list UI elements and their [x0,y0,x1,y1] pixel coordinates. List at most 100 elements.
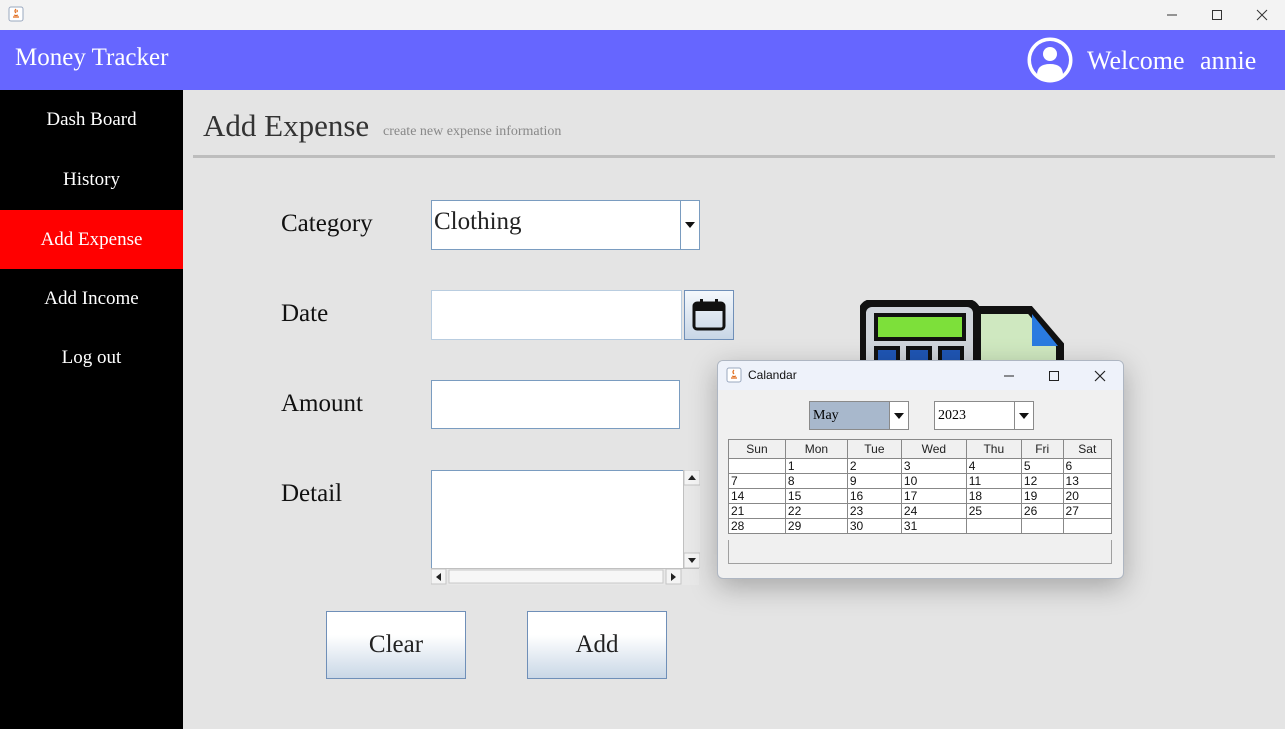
calendar-day-cell[interactable]: 1 [784,458,848,474]
calendar-day-cell[interactable]: 13 [1062,473,1113,489]
username-text: annie [1200,46,1257,75]
calendar-day-cell[interactable]: 16 [846,488,902,504]
detail-textarea[interactable] [432,471,686,571]
maximize-icon [1211,10,1222,20]
welcome-text: Welcome [1087,46,1185,75]
calendar-day-cell[interactable]: 18 [965,488,1022,504]
minimize-icon [1166,14,1177,16]
calendar-day-cell[interactable]: 25 [965,503,1022,519]
page-subtitle: create new expense information [383,124,562,139]
detail-vertical-scrollbar[interactable] [683,469,701,569]
calendar-day-cell[interactable] [728,458,786,474]
calendar-day-cell[interactable]: 31 [900,518,967,534]
close-button[interactable] [1239,0,1284,30]
calendar-day-cell[interactable]: 17 [900,488,967,504]
calendar-dialog: Calandar May 2023 Sun Mon Tue Wed Thu Fr… [717,360,1124,579]
amount-label: Amount [281,390,363,417]
calendar-day-cell[interactable]: 27 [1062,503,1113,519]
sidebar-item-history[interactable]: History [0,150,183,209]
page-title: Add Expense [203,108,370,143]
maximize-icon [1048,370,1059,381]
dialog-maximize-button[interactable] [1031,361,1076,390]
month-select[interactable]: May [809,401,909,430]
category-value: Clothing [434,208,522,235]
calendar-day-cell[interactable]: 15 [784,488,848,504]
calendar-day-cell[interactable]: 22 [784,503,848,519]
calendar-day-cell[interactable]: 21 [728,503,786,519]
calendar-day-cell[interactable]: 14 [728,488,786,504]
calendar-day-cell[interactable]: 23 [846,503,902,519]
calendar-day-cell[interactable]: 9 [846,473,902,489]
window-titlebar [0,0,1285,30]
calendar-week-row: 123456 [728,458,1113,474]
calendar-day-cell[interactable] [1020,518,1064,534]
calendar-day-cell[interactable]: 20 [1062,488,1113,504]
calendar-day-cell[interactable]: 24 [900,503,967,519]
sidebar-item-dashboard[interactable]: Dash Board [0,90,183,149]
year-select[interactable]: 2023 [934,401,1034,430]
chevron-down-icon [894,412,904,419]
month-dropdown-button[interactable] [889,402,908,429]
app-header: Money Tracker Welcome annie [0,30,1285,90]
calendar-day-cell[interactable]: 8 [784,473,848,489]
calendar-day-cell[interactable] [965,518,1022,534]
calendar-week-row: 28 29 30 31 [728,518,1113,534]
category-dropdown-button[interactable] [680,201,699,249]
calendar-dialog-title: Calandar [748,368,797,382]
weekday-header: Sun [728,439,786,459]
calendar-day-cell[interactable]: 30 [846,518,902,534]
weekday-header: Mon [784,439,848,459]
weekday-header: Fri [1020,439,1064,459]
sidebar-item-add-income[interactable]: Add Income [0,269,183,328]
weekday-header: Wed [900,439,967,459]
dialog-close-button[interactable] [1077,361,1122,390]
month-value: May [810,402,890,429]
calendar-week-row: 21 22 23 24 25 26 27 [728,503,1113,519]
detail-textarea-wrapper [431,470,699,584]
calendar-grid: Sun Mon Tue Wed Thu Fri Sat 1 2 3 4 5 6 7 8 9 10 1… [728,439,1113,534]
category-select[interactable]: Clothing [431,200,700,250]
calendar-day-cell[interactable]: 4 [965,458,1022,474]
calendar-day-cell[interactable]: 29 [784,518,848,534]
weekday-header: Sat [1062,439,1113,459]
weekday-header: Thu [965,439,1022,459]
detail-label: Detail [281,480,343,507]
minimize-icon [1003,375,1014,376]
calendar-day-cell[interactable]: 3 [900,458,967,474]
calendar-day-cell[interactable]: 6 [1062,458,1113,474]
calendar-day-cell[interactable]: 5 [1020,458,1064,474]
date-label: Date [281,300,329,327]
user-avatar-icon[interactable] [1027,37,1073,83]
calendar-day-cell[interactable]: 26 [1020,503,1064,519]
java-app-icon [726,367,742,383]
calendar-day-cell[interactable]: 7 [728,473,786,489]
calendar-icon [692,299,726,331]
title-divider [193,155,1275,158]
java-app-icon [8,6,24,22]
calendar-dialog-titlebar[interactable]: Calandar [718,361,1123,390]
minimize-button[interactable] [1149,0,1194,30]
date-field[interactable] [431,290,682,340]
clear-button[interactable]: Clear [326,611,466,679]
calendar-day-cell[interactable]: 11 [965,473,1022,489]
close-icon [1256,9,1267,21]
calendar-day-cell[interactable]: 19 [1020,488,1064,504]
year-dropdown-button[interactable] [1014,402,1033,429]
weekday-header: Tue [846,439,902,459]
chevron-down-icon [1019,412,1029,419]
date-picker-button[interactable] [684,290,734,340]
dialog-minimize-button[interactable] [986,361,1031,390]
category-label: Category [281,210,373,237]
calendar-day-cell[interactable]: 2 [846,458,902,474]
amount-field[interactable] [431,380,680,429]
maximize-button[interactable] [1194,0,1239,30]
year-value: 2023 [938,408,966,423]
calendar-day-cell[interactable]: 10 [900,473,967,489]
add-button[interactable]: Add [527,611,667,679]
calendar-day-cell[interactable] [1062,518,1113,534]
sidebar-item-logout[interactable]: Log out [0,328,183,387]
calendar-day-cell[interactable]: 12 [1020,473,1064,489]
detail-horizontal-scrollbar[interactable] [430,568,699,585]
calendar-day-cell[interactable]: 28 [728,518,786,534]
sidebar-item-add-expense[interactable]: Add Expense [0,210,183,269]
